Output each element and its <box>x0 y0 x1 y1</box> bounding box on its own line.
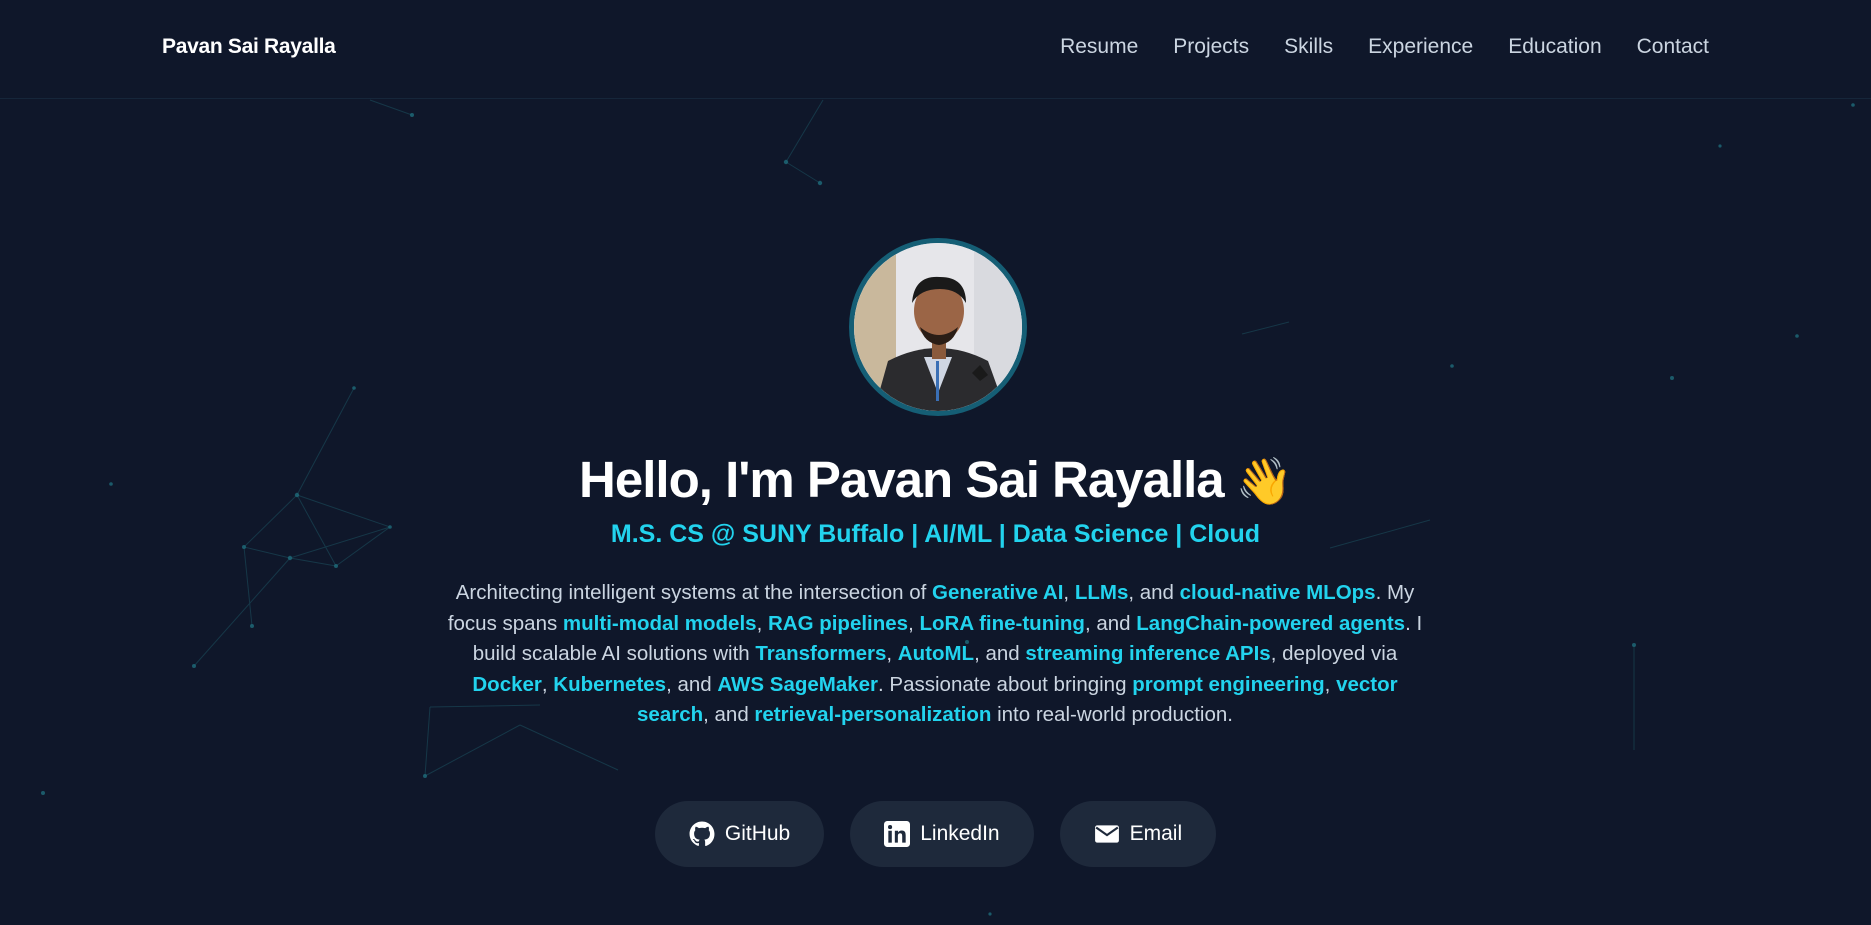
waving-hand-icon: 👋 <box>1235 455 1293 507</box>
bio-highlight: multi-modal models <box>562 611 757 635</box>
bio-text: , and <box>703 703 755 726</box>
bio-highlight: prompt engineering <box>1132 672 1325 696</box>
bio-text: , and <box>974 642 1026 665</box>
bio-highlight: LangChain-powered agents <box>1136 611 1406 635</box>
bio-highlight: Docker <box>472 672 542 696</box>
linkedin-label: LinkedIn <box>920 822 1000 845</box>
nav-link-contact[interactable]: Contact <box>1637 35 1709 59</box>
hero-title: Hello, I'm Pavan Sai Rayalla 👋 <box>0 450 1871 509</box>
nav-link-projects[interactable]: Projects <box>1173 35 1249 59</box>
bio-paragraph: Architecting intelligent systems at the … <box>440 578 1430 731</box>
profile-avatar <box>849 238 1027 416</box>
nav-link-experience[interactable]: Experience <box>1368 35 1473 59</box>
bio-text: Architecting intelligent systems at the … <box>455 581 932 604</box>
bio-highlight: AWS SageMaker <box>717 672 879 696</box>
nav-menu: Resume Projects Skills Experience Educat… <box>1060 35 1709 59</box>
bio-text: . Passionate about bringing <box>878 672 1133 696</box>
bio-text: , and <box>1084 611 1137 635</box>
email-label: Email <box>1129 822 1183 845</box>
mail-icon <box>1094 821 1120 847</box>
bio-text: , <box>1324 672 1337 696</box>
nav-link-resume[interactable]: Resume <box>1060 35 1138 59</box>
bio-text: , deployed via <box>1270 642 1398 665</box>
greeting-text: Hello, I'm Pavan Sai Rayalla <box>579 451 1225 508</box>
bio-highlight: retrieval-personalization <box>754 703 992 726</box>
bio-highlight: cloud-native MLOps <box>1179 581 1376 604</box>
nav-link-education[interactable]: Education <box>1508 35 1601 59</box>
bio-highlight: streaming inference APIs <box>1025 642 1271 665</box>
github-button[interactable]: GitHub <box>654 801 825 867</box>
github-icon <box>689 821 715 847</box>
bio-text: , <box>756 611 768 635</box>
bio-highlight: Kubernetes <box>553 672 667 696</box>
email-button[interactable]: Email <box>1059 801 1217 867</box>
top-navbar: Pavan Sai Rayalla Resume Projects Skills… <box>0 0 1871 99</box>
bio-text: , and <box>1128 581 1180 604</box>
brand-name[interactable]: Pavan Sai Rayalla <box>162 35 336 59</box>
bio-highlight: Transformers <box>755 642 887 665</box>
bio-highlight: AutoML <box>897 642 975 665</box>
bio-text: , <box>886 642 898 665</box>
hero-subtitle: M.S. CS @ SUNY Buffalo | AI/ML | Data Sc… <box>610 520 1261 548</box>
portfolio-page: Pavan Sai Rayalla Resume Projects Skills… <box>0 0 1871 925</box>
bio-highlight: RAG pipelines <box>767 611 909 635</box>
bio-highlight: LLMs <box>1074 581 1129 604</box>
nav-link-skills[interactable]: Skills <box>1284 35 1333 59</box>
bio-highlight: LoRA fine-tuning <box>919 611 1085 635</box>
bio-highlight: Generative AI <box>932 581 1064 604</box>
bio-text: , <box>908 611 920 635</box>
bio-text: into real-world production. <box>991 703 1233 726</box>
profile-photo-illustration <box>854 243 1022 411</box>
bio-text: , and <box>666 672 718 696</box>
linkedin-icon <box>884 821 911 847</box>
linkedin-button[interactable]: LinkedIn <box>850 801 1034 867</box>
bio-text: , <box>1063 581 1075 604</box>
bio-text: , <box>541 672 554 696</box>
github-label: GitHub <box>724 822 791 845</box>
social-links: GitHub LinkedIn Email <box>0 801 1871 867</box>
